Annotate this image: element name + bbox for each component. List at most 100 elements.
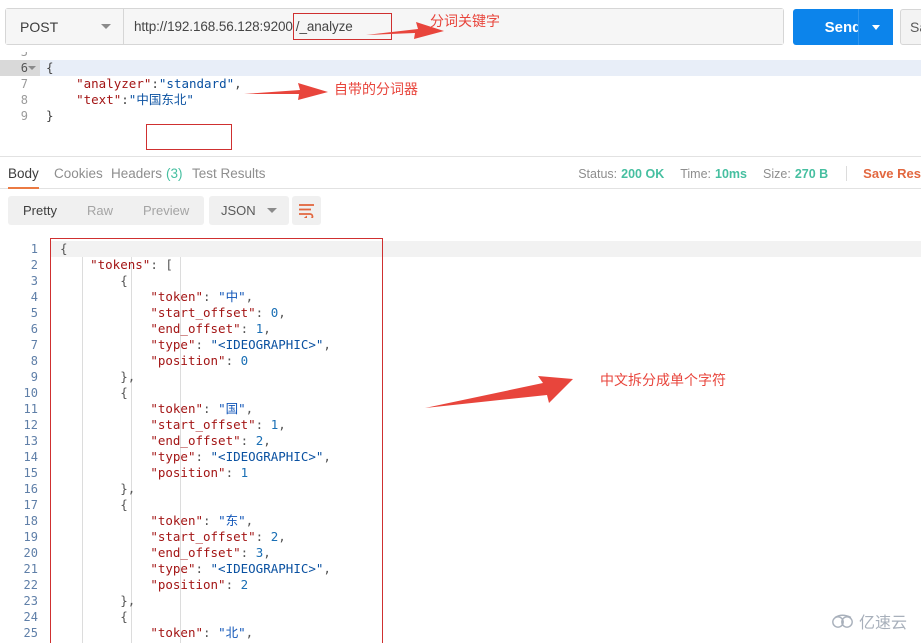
request-code-area[interactable]: { "analyzer":"standard", "text":"中国东北" } — [40, 52, 921, 156]
response-line-number-gutter: 1 2 3 4 5 6 7 8 9 10 11 12 13 14 15 16 1… — [0, 241, 50, 641]
status-value: 200 OK — [621, 166, 665, 181]
time-value: 10ms — [715, 166, 748, 181]
http-method-label: POST — [20, 18, 59, 35]
status-code: Status: 200 OK — [578, 167, 664, 181]
code-line: "token": "东", — [150, 513, 254, 528]
url-group: POST http://192.168.56.128:9200/_analyze — [5, 8, 784, 45]
line-number: 3 — [30, 274, 38, 288]
save-response-button[interactable]: Save Res — [846, 166, 921, 181]
line-number: 13 — [23, 434, 38, 448]
line-number: 9 — [30, 370, 38, 384]
tab-label: Headers — [111, 166, 163, 181]
response-code-area[interactable]: { "tokens": [ { "token": "中", "start_off… — [50, 241, 921, 641]
tab-headers[interactable]: Headers (3) — [111, 158, 183, 189]
wrap-lines-button[interactable] — [292, 196, 321, 225]
code-line: "tokens": [ — [90, 257, 173, 272]
line-number: 5 — [30, 306, 38, 320]
http-method-select[interactable]: POST — [6, 9, 124, 44]
request-line-number-gutter: 5 6 7 8 9 — [0, 52, 40, 156]
wrap-lines-icon — [299, 204, 314, 218]
code-line: "end_offset": 3, — [150, 545, 271, 560]
line-number: 16 — [23, 482, 38, 496]
code-line: "token": "北", — [150, 625, 254, 640]
line-number: 8 — [30, 354, 38, 368]
format-raw-button[interactable]: Raw — [72, 196, 128, 225]
line-number: 18 — [23, 514, 38, 528]
response-size: Size: 270 B — [763, 167, 828, 181]
code-line: "type": "<IDEOGRAPHIC>", — [150, 337, 331, 352]
format-pretty-button[interactable]: Pretty — [8, 196, 72, 225]
code-line: { — [120, 609, 128, 624]
code-line: { — [120, 497, 128, 512]
url-host-text: http://192.168.56.128:9200 — [134, 19, 293, 34]
code-line: }, — [120, 593, 136, 608]
save-request-button[interactable]: Sa — [900, 9, 921, 45]
code-line: "token": "国", — [150, 401, 254, 416]
response-time: Time: 10ms — [680, 167, 747, 181]
line-number: 7 — [30, 338, 38, 352]
send-options-button[interactable] — [858, 9, 893, 45]
status-label: Status: — [578, 166, 618, 181]
code-line: { — [50, 241, 921, 257]
code-line: "text":"中国东北" — [76, 92, 194, 107]
watermark: 亿速云 — [831, 609, 907, 633]
line-number: 14 — [23, 450, 38, 464]
code-line: "end_offset": 2, — [150, 433, 271, 448]
line-number: 2 — [30, 258, 38, 272]
code-line: "start_offset": 2, — [150, 529, 286, 544]
code-line: "type": "<IDEOGRAPHIC>", — [150, 561, 331, 576]
chevron-down-icon — [872, 24, 880, 30]
response-body-viewer[interactable]: 1 2 3 4 5 6 7 8 9 10 11 12 13 14 15 16 1… — [0, 233, 921, 643]
line-number: 21 — [23, 562, 38, 576]
url-path-highlighted: /_analyze — [292, 13, 392, 40]
tab-label: Cookies — [54, 166, 103, 181]
code-line: { — [120, 385, 128, 400]
code-line: "analyzer":"standard", — [76, 76, 242, 91]
chevron-down-icon — [101, 24, 111, 29]
tab-label: Test Results — [192, 166, 266, 181]
code-line: "token": "中", — [150, 289, 254, 304]
code-line: { — [120, 273, 128, 288]
code-line: }, — [120, 481, 136, 496]
response-status-group: Status: 200 OK Time: 10ms Size: 270 B Save … — [562, 158, 921, 189]
code-line: { — [40, 60, 921, 76]
line-number: 17 — [23, 498, 38, 512]
code-line: "position": 1 — [150, 465, 249, 480]
line-number: 5 — [20, 52, 28, 59]
response-format-toolbar: Pretty Raw Preview JSON — [0, 189, 921, 233]
tab-cookies[interactable]: Cookies — [54, 158, 103, 189]
code-line: "start_offset": 0, — [150, 305, 286, 320]
annotation-text-split-chars: 中文拆分成单个字符 — [600, 373, 726, 389]
line-number: 12 — [23, 418, 38, 432]
annotation-text-keyword: 分词关键字 — [430, 14, 500, 30]
code-line: "end_offset": 1, — [150, 321, 271, 336]
code-line: "position": 2 — [150, 577, 249, 592]
line-number: 11 — [23, 402, 38, 416]
line-number: 6 — [30, 322, 38, 336]
watermark-text: 亿速云 — [858, 613, 907, 632]
line-number: 25 — [23, 626, 38, 640]
code-line: } — [46, 108, 54, 123]
fold-caret-icon[interactable] — [28, 66, 36, 70]
response-type-label: JSON — [221, 203, 256, 218]
tab-body[interactable]: Body — [8, 158, 39, 189]
tab-test-results[interactable]: Test Results — [192, 158, 266, 189]
line-number: 20 — [23, 546, 38, 560]
line-number: 23 — [23, 594, 38, 608]
code-line: "position": 0 — [150, 353, 249, 368]
response-tab-bar: Body Cookies Headers (3) Test Results St… — [0, 158, 921, 189]
tab-label: Body — [8, 166, 39, 181]
code-line: "start_offset": 1, — [150, 417, 286, 432]
line-number: 24 — [23, 610, 38, 624]
format-preview-button[interactable]: Preview — [128, 196, 204, 225]
response-type-select[interactable]: JSON — [209, 196, 289, 225]
line-number: 9 — [20, 109, 28, 123]
line-number: 1 — [30, 242, 38, 256]
chevron-down-icon — [266, 208, 277, 213]
line-number: 4 — [30, 290, 38, 304]
request-body-editor[interactable]: 5 6 7 8 9 { "analyzer":"standard", "text… — [0, 52, 921, 157]
cloud-icon — [832, 614, 853, 628]
code-line: }, — [120, 369, 136, 384]
line-number: 19 — [23, 530, 38, 544]
line-number: 6 — [0, 60, 40, 76]
